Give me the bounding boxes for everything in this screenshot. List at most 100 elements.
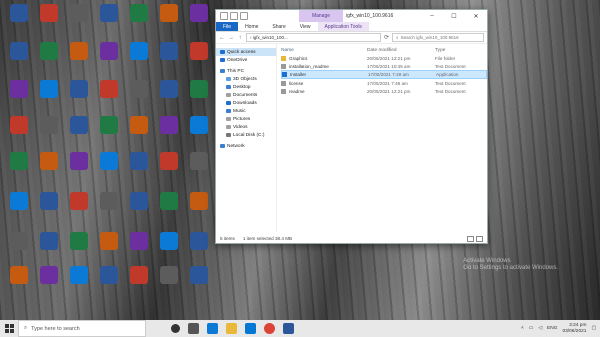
tab-home[interactable]: Home [238, 22, 265, 31]
notifications-icon[interactable]: ▢ [591, 326, 596, 331]
desktop-shortcut-icon[interactable] [122, 190, 156, 230]
desktop-shortcut-icon[interactable] [92, 78, 126, 118]
refresh-icon[interactable]: ⟳ [384, 34, 389, 41]
desktop-shortcut-icon[interactable] [32, 114, 66, 154]
desktop-shortcut-icon[interactable] [152, 150, 186, 190]
desktop-shortcut-icon[interactable] [32, 190, 66, 230]
desktop-shortcut-icon[interactable] [2, 114, 36, 154]
desktop-shortcut-icon[interactable] [2, 190, 36, 230]
file-explorer-icon[interactable] [226, 323, 237, 334]
desktop-shortcut-icon[interactable] [152, 264, 186, 304]
desktop-shortcut-icon[interactable] [62, 114, 96, 154]
back-arrow-icon[interactable]: ← [219, 35, 225, 41]
tab-file[interactable]: File [216, 22, 239, 31]
desktop-shortcut-icon[interactable] [92, 264, 126, 304]
tray-chevron-icon[interactable]: ˄ [521, 326, 524, 331]
file-row[interactable]: Installer 17/05/2021 7:49 am Application [281, 70, 487, 79]
desktop-shortcut-icon[interactable] [2, 264, 36, 304]
desktop-shortcut-icon[interactable] [122, 150, 156, 190]
column-date-modified[interactable]: Date modified [367, 48, 435, 53]
new-folder-icon[interactable] [240, 12, 248, 20]
desktop-shortcut-icon[interactable] [32, 150, 66, 190]
address-bar[interactable]: › igfx_win10_100... [246, 33, 381, 42]
desktop-shortcut-icon[interactable] [182, 114, 216, 154]
large-icons-view-icon[interactable] [476, 236, 483, 242]
desktop-shortcut-icon[interactable] [92, 114, 126, 154]
edge-icon[interactable] [207, 323, 218, 334]
network-icon[interactable]: ▭ [529, 326, 534, 331]
sidebar-item[interactable]: Documents [216, 91, 276, 99]
file-row[interactable]: readme 20/05/2021 12:21 pm Text Document [281, 87, 487, 95]
sidebar-item[interactable]: Videos [216, 123, 276, 131]
minimize-icon[interactable]: – [421, 10, 443, 22]
desktop-shortcut-icon[interactable] [182, 264, 216, 304]
desktop-shortcut-icon[interactable] [152, 2, 186, 42]
search-box[interactable]: ⌕ Search igfx_win10_100.9616 [392, 33, 484, 42]
desktop-shortcut-icon[interactable] [62, 264, 96, 304]
desktop-shortcut-icon[interactable] [182, 150, 216, 190]
language-indicator[interactable]: ENG [547, 326, 557, 331]
desktop-shortcut-icon[interactable] [62, 40, 96, 80]
file-row[interactable]: license 17/05/2021 7:49 am Text Document [281, 79, 487, 87]
tab-view[interactable]: View [293, 22, 318, 31]
desktop-shortcut-icon[interactable] [32, 40, 66, 80]
sidebar-item[interactable]: Network [216, 142, 276, 150]
desktop-shortcut-icon[interactable] [92, 190, 126, 230]
desktop-shortcut-icon[interactable] [32, 264, 66, 304]
maximize-icon[interactable]: ☐ [443, 10, 465, 22]
desktop-shortcut-icon[interactable] [92, 150, 126, 190]
desktop-shortcut-icon[interactable] [32, 78, 66, 118]
sidebar-item[interactable]: This PC [216, 67, 276, 75]
taskbar-search-box[interactable]: ⌕ Type here to search [18, 320, 146, 337]
desktop-shortcut-icon[interactable] [152, 190, 186, 230]
clock[interactable]: 3:24 pm 03/06/2021 [562, 323, 586, 335]
desktop-shortcut-icon[interactable] [182, 190, 216, 230]
manage-tab-label[interactable]: Manage [299, 10, 343, 22]
check-icon[interactable] [230, 12, 238, 20]
desktop-shortcut-icon[interactable] [122, 40, 156, 80]
volume-icon[interactable]: ◁ [538, 326, 542, 331]
sidebar-item[interactable]: Pictures [216, 115, 276, 123]
cortana-icon[interactable] [171, 324, 180, 333]
desktop-shortcut-icon[interactable] [92, 40, 126, 80]
word-icon[interactable] [283, 323, 294, 334]
task-view-icon[interactable] [188, 323, 199, 334]
sidebar-item[interactable]: Desktop [216, 83, 276, 91]
desktop-shortcut-icon[interactable] [62, 78, 96, 118]
sidebar-item[interactable]: OneDrive [216, 56, 276, 64]
up-arrow-icon[interactable]: ↑ [237, 35, 243, 41]
desktop-shortcut-icon[interactable] [2, 40, 36, 80]
sidebar-item[interactable]: Local Disk (C:) [216, 131, 276, 139]
tab-share[interactable]: Share [265, 22, 292, 31]
details-view-icon[interactable] [467, 236, 474, 242]
start-button[interactable] [0, 320, 18, 337]
column-name[interactable]: Name [281, 48, 367, 53]
desktop-shortcut-icon[interactable] [2, 2, 36, 42]
desktop-shortcut-icon[interactable] [122, 264, 156, 304]
desktop-shortcut-icon[interactable] [32, 2, 66, 42]
desktop-shortcut-icon[interactable] [182, 78, 216, 118]
file-row[interactable]: installation_readme 17/05/2021 10:45 am Te… [281, 62, 487, 70]
column-type[interactable]: Type [435, 48, 485, 53]
desktop-shortcut-icon[interactable] [182, 40, 216, 80]
desktop-shortcut-icon[interactable] [62, 190, 96, 230]
file-row[interactable]: Graphics 20/05/2021 12:21 pm File folder [281, 54, 487, 62]
desktop-shortcut-icon[interactable] [122, 2, 156, 42]
desktop-shortcut-icon[interactable] [122, 78, 156, 118]
tab-application-tools[interactable]: Application Tools [317, 22, 369, 31]
folder-icon[interactable] [220, 12, 228, 20]
desktop-shortcut-icon[interactable] [152, 40, 186, 80]
store-icon[interactable] [245, 323, 256, 334]
desktop-shortcut-icon[interactable] [122, 114, 156, 154]
sidebar-item[interactable]: Quick access [216, 48, 276, 56]
desktop-shortcut-icon[interactable] [62, 2, 96, 42]
forward-arrow-icon[interactable]: → [228, 35, 234, 41]
desktop-shortcut-icon[interactable] [2, 78, 36, 118]
sidebar-item[interactable]: Downloads [216, 99, 276, 107]
sidebar-item[interactable]: Music [216, 107, 276, 115]
desktop-shortcut-icon[interactable] [2, 150, 36, 190]
desktop-shortcut-icon[interactable] [92, 2, 126, 42]
chrome-icon[interactable] [264, 323, 275, 334]
desktop-shortcut-icon[interactable] [152, 78, 186, 118]
desktop-shortcut-icon[interactable] [62, 150, 96, 190]
